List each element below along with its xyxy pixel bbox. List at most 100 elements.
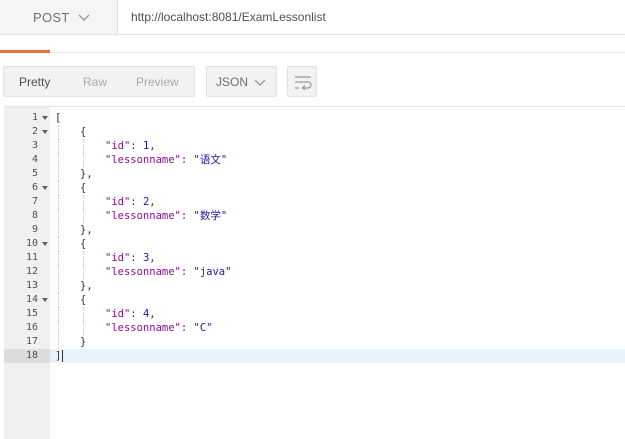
fold-arrow-icon[interactable] — [42, 298, 48, 302]
code-line: 3 "id": 1, — [4, 139, 625, 153]
line-number: 15 — [25, 308, 38, 319]
code-text: "lessonname": "C" — [105, 322, 213, 334]
code-line: 16 "lessonname": "C" — [4, 321, 625, 335]
response-body-editor[interactable]: 1[2{3 "id": 1, 4 "lessonname": "语文" 5}, 6{7 "i… — [4, 106, 625, 439]
indent-guide — [83, 307, 84, 321]
line-number-cell: 13 — [4, 279, 50, 293]
url-text[interactable]: http://localhost:8081/ExamLessonlist — [131, 10, 326, 24]
text-cursor — [62, 350, 64, 362]
code-text: }, — [80, 224, 93, 236]
wrap-lines-button[interactable] — [287, 66, 317, 97]
tab-pretty[interactable]: Pretty — [19, 75, 50, 89]
json-key: "lessonname" — [105, 322, 181, 334]
indent-guide — [83, 195, 84, 209]
line-number: 6 — [31, 182, 38, 193]
indent-guide — [58, 321, 59, 335]
line-number-cell: 16 — [4, 321, 50, 335]
json-value: "C" — [193, 322, 213, 334]
code-line: 10 { — [4, 237, 625, 251]
fold-arrow-icon[interactable] — [42, 242, 48, 246]
fold-arrow-icon[interactable] — [42, 130, 48, 134]
line-number: 13 — [25, 280, 38, 291]
code-line: 7 "id": 2, — [4, 195, 625, 209]
json-key: "lessonname" — [105, 266, 181, 278]
line-number-cell: 18 — [4, 349, 50, 363]
line-number-cell: 6 — [4, 181, 50, 195]
indent-guide — [58, 209, 59, 223]
indent-guide — [58, 279, 59, 293]
indent-guide — [58, 237, 59, 251]
line-number: 8 — [31, 210, 38, 221]
line-number: 14 — [25, 294, 38, 305]
code-line: 13}, — [4, 279, 625, 293]
indent-guide — [83, 139, 84, 153]
indent-guide — [58, 195, 59, 209]
code-text: { — [80, 238, 87, 250]
chevron-down-icon — [254, 75, 266, 93]
line-number-cell: 5 — [4, 167, 50, 181]
code-text: { — [80, 294, 87, 306]
indent-guide — [58, 307, 59, 321]
code-text: [ — [55, 112, 62, 124]
code-line: 15 "id": 4, — [4, 307, 625, 321]
line-number-cell: 11 — [4, 251, 50, 265]
indent-guide — [58, 153, 59, 167]
json-key: "id" — [105, 308, 131, 320]
fold-arrow-icon[interactable] — [42, 186, 48, 190]
method-label: POST — [33, 10, 70, 25]
line-number: 18 — [25, 350, 38, 361]
fold-arrow-icon[interactable] — [42, 116, 48, 120]
code-line: 14 { — [4, 293, 625, 307]
line-number: 17 — [25, 336, 38, 347]
code-text: "id": 1, — [105, 140, 156, 152]
line-number-cell: 2 — [4, 125, 50, 139]
code-lines: 1[2{3 "id": 1, 4 "lessonname": "语文" 5}, 6{7 "i… — [4, 111, 625, 363]
divider — [50, 52, 625, 53]
line-number: 1 — [31, 112, 38, 123]
line-number: 16 — [25, 322, 38, 333]
format-label: JSON — [216, 75, 249, 89]
indent-guide — [83, 265, 84, 279]
tab-preview[interactable]: Preview — [136, 75, 179, 89]
code-text: "id": 3, — [105, 252, 156, 264]
code-line: 5}, — [4, 167, 625, 181]
chevron-down-icon — [78, 10, 90, 28]
line-number: 2 — [31, 126, 38, 137]
indent-guide — [83, 321, 84, 335]
code-text: { — [80, 182, 87, 194]
line-number: 4 — [31, 154, 38, 165]
indent-guide — [83, 209, 84, 223]
line-number: 11 — [25, 252, 38, 263]
indent-guide — [58, 181, 59, 195]
tab-raw[interactable]: Raw — [83, 75, 107, 89]
line-number-cell: 15 — [4, 307, 50, 321]
line-number-cell: 14 — [4, 293, 50, 307]
line-number: 5 — [31, 168, 38, 179]
json-key: "id" — [105, 196, 131, 208]
code-text: "id": 4, — [105, 308, 156, 320]
format-select[interactable]: JSON — [206, 66, 277, 97]
code-text: }, — [80, 168, 93, 180]
json-key: "id" — [105, 252, 131, 264]
line-number: 9 — [31, 224, 38, 235]
code-text: { — [80, 126, 87, 138]
code-text: "id": 2, — [105, 196, 156, 208]
method-select[interactable]: POST — [0, 0, 118, 35]
line-number-cell: 7 — [4, 195, 50, 209]
json-value: "数学" — [193, 210, 228, 222]
json-key: "lessonname" — [105, 210, 181, 222]
line-number: 7 — [31, 196, 38, 207]
code-text: } — [80, 336, 87, 348]
json-value: "java" — [193, 266, 232, 278]
line-number-cell: 9 — [4, 223, 50, 237]
code-text: "lessonname": "语文" — [105, 154, 228, 166]
code-line: 8 "lessonname": "数学" — [4, 209, 625, 223]
view-mode-group: Pretty Raw Preview — [3, 66, 195, 97]
code-line: 2{ — [4, 125, 625, 139]
line-number-cell: 4 — [4, 153, 50, 167]
line-number-cell: 10 — [4, 237, 50, 251]
code-line: 1[ — [4, 111, 625, 125]
line-number: 10 — [25, 238, 38, 249]
line-number-cell: 17 — [4, 335, 50, 349]
indent-guide — [58, 167, 59, 181]
